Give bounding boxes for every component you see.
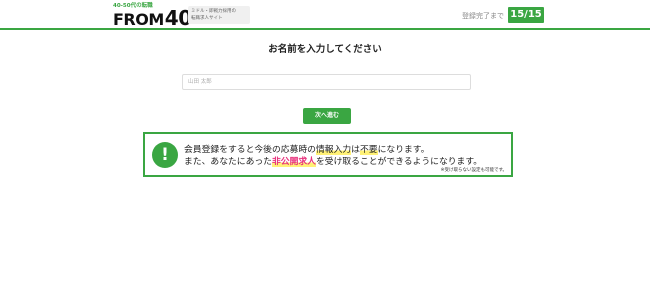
logo-brand: FROM40 [113, 8, 192, 29]
next-button[interactable]: 次へ進む [303, 108, 351, 124]
logo-subtitle: ミドル・即戦力採用の 転職求人サイト [188, 6, 250, 24]
name-input[interactable] [182, 74, 471, 90]
notice-line2: また、あなたにあった非公開求人を受け取ることができるようになります。 [184, 154, 482, 167]
notice-line2-c: を受け取ることができるようになります。 [315, 157, 483, 167]
logo-subtitle-line2: 転職求人サイト [191, 16, 223, 21]
logo-brand-text: FROM [113, 10, 164, 29]
notice-footnote: ※受け取らない設定も可能です。 [440, 168, 507, 173]
progress-badge: 15/15 [508, 7, 544, 23]
progress-label: 登録完了まで [462, 12, 504, 20]
notice-highlight-private-jobs: 非公開求人 [271, 157, 316, 167]
site-header: 40-50代の転職 FROM40 ミドル・即戦力採用の 転職求人サイト 登録完了… [0, 0, 650, 30]
from40-logo[interactable]: 40-50代の転職 FROM40 [113, 3, 192, 29]
logo-subtitle-line1: ミドル・即戦力採用の [191, 9, 236, 14]
page-title: お名前を入力してください [268, 44, 382, 55]
exclamation-icon: ! [152, 142, 178, 168]
notice-line2-a: また、あなたにあった [184, 157, 272, 167]
registration-notice: ! 会員登録をすると今後の応募時の情報入力は不要になります。 また、あなたにあっ… [143, 132, 513, 177]
